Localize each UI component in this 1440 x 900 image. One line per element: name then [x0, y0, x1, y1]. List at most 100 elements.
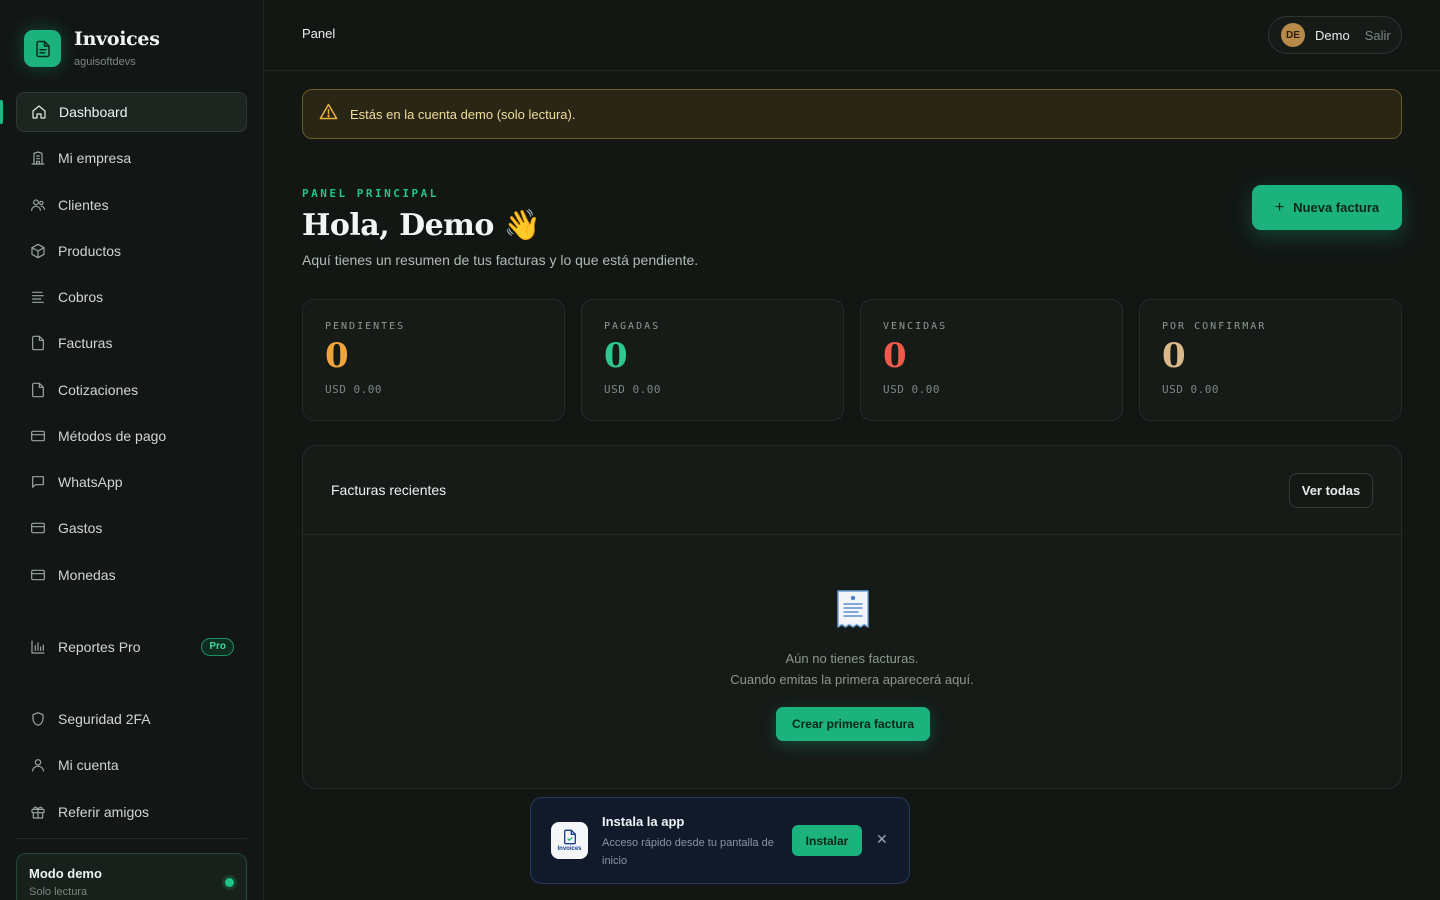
sidebar: Invoices aguisoftdevs Dashboard Mi empre… [0, 0, 264, 900]
gift-icon [29, 804, 46, 821]
see-all-button[interactable]: Ver todas [1289, 473, 1373, 508]
sidebar-item-currencies[interactable]: Monedas [16, 555, 247, 595]
active-indicator [0, 100, 3, 124]
sidebar-item-clients[interactable]: Clientes [16, 185, 247, 225]
page-subtitle: Aquí tienes un resumen de tus facturas y… [302, 252, 699, 268]
breadcrumb: Panel [302, 26, 336, 41]
sidebar-divider [16, 838, 247, 839]
stat-label: POR CONFIRMAR [1162, 321, 1267, 332]
sidebar-item-label: Mi empresa [58, 150, 132, 166]
recent-invoices-title: Facturas recientes [331, 482, 447, 498]
topbar: Panel DE Demo Salir [264, 0, 1440, 71]
install-button[interactable]: Instalar [792, 825, 862, 856]
stat-amount: USD 0.00 [604, 383, 661, 396]
plus-icon: + [1274, 198, 1285, 216]
bar-chart-icon [29, 639, 46, 656]
sidebar-item-payment-methods[interactable]: Métodos de pago [16, 416, 247, 456]
stat-value: 0 [1162, 336, 1186, 376]
card-icon [29, 520, 46, 537]
sidebar-item-products[interactable]: Productos [16, 231, 247, 271]
receipt-icon [835, 589, 871, 636]
recent-invoices-panel: Facturas recientes Ver todas Aún no tien… [302, 445, 1402, 789]
brand-title: Invoices [74, 28, 160, 50]
install-title: Instala la app [602, 814, 685, 829]
stat-card-overdue: VENCIDAS 0 USD 0.00 [860, 299, 1123, 421]
sidebar-item-security-2fa[interactable]: Seguridad 2FA [16, 699, 247, 739]
brand[interactable]: Invoices aguisoftdevs [24, 28, 160, 68]
stat-card-paid: PAGADAS 0 USD 0.00 [581, 299, 844, 421]
building-icon [29, 150, 46, 167]
home-icon [30, 104, 47, 121]
demo-mode-card: Modo demo Solo lectura [16, 853, 247, 900]
sidebar-item-label: Métodos de pago [58, 428, 167, 444]
stat-label: PENDIENTES [325, 321, 406, 332]
sidebar-item-label: Cotizaciones [58, 382, 139, 398]
demo-alert-banner: Estás en la cuenta demo (solo lectura). [302, 89, 1402, 139]
card-icon [29, 428, 46, 445]
new-invoice-button[interactable]: + Nueva factura [1252, 185, 1402, 230]
create-first-invoice-button[interactable]: Crear primera factura [776, 707, 930, 741]
close-icon[interactable]: ✕ [876, 831, 888, 848]
stat-value: 0 [325, 336, 349, 376]
app-icon: Invoices [551, 822, 588, 859]
user-icon [29, 757, 46, 774]
user-menu: DE Demo Salir [1268, 16, 1402, 54]
brand-subtitle: aguisoftdevs [74, 56, 136, 68]
sidebar-item-payments[interactable]: Cobros [16, 277, 247, 317]
sidebar-item-refer-friends[interactable]: Referir amigos [16, 792, 247, 832]
sidebar-item-label: WhatsApp [58, 474, 123, 490]
stat-card-to-confirm: POR CONFIRMAR 0 USD 0.00 [1139, 299, 1402, 421]
card-icon [29, 567, 46, 584]
demo-mode-subtitle: Solo lectura [29, 886, 88, 898]
box-icon [29, 243, 46, 260]
install-subtitle: Acceso rápido desde tu pantalla de inici… [602, 837, 774, 867]
stat-label: VENCIDAS [883, 321, 948, 332]
sidebar-item-whatsapp[interactable]: WhatsApp [16, 462, 247, 502]
page-title: Hola, Demo 👋 [302, 208, 541, 243]
sidebar-item-label: Clientes [58, 197, 109, 213]
stat-amount: USD 0.00 [325, 383, 382, 396]
sidebar-item-label: Seguridad 2FA [58, 711, 151, 727]
page-eyebrow: PANEL PRINCIPAL [302, 187, 439, 200]
sidebar-item-expenses[interactable]: Gastos [16, 508, 247, 548]
app-icon-label: Invoices [557, 846, 582, 852]
sidebar-item-label: Facturas [58, 335, 113, 351]
sidebar-item-label: Referir amigos [58, 804, 150, 820]
empty-state-text: Aún no tienes facturas. [785, 651, 919, 666]
stat-amount: USD 0.00 [883, 383, 940, 396]
invoice-logo-icon [24, 30, 61, 67]
status-dot-icon [225, 878, 234, 887]
file-icon [29, 335, 46, 352]
sidebar-item-reports-pro[interactable]: Reportes Pro Pro [16, 627, 247, 667]
logout-link[interactable]: Salir [1365, 28, 1391, 43]
stat-value: 0 [604, 336, 628, 376]
alert-text: Estás en la cuenta demo (solo lectura). [350, 106, 576, 122]
list-icon [29, 289, 46, 306]
file-icon [29, 382, 46, 399]
sidebar-item-label: Productos [58, 243, 122, 259]
stat-label: PAGADAS [604, 321, 661, 332]
new-invoice-label: Nueva factura [1293, 200, 1380, 215]
pro-badge: Pro [201, 638, 234, 656]
warning-icon [319, 103, 338, 125]
avatar[interactable]: DE [1281, 23, 1305, 47]
demo-mode-title: Modo demo [29, 866, 102, 881]
users-icon [29, 197, 46, 214]
sidebar-item-label: Dashboard [59, 104, 128, 120]
install-app-toast: Invoices Instala la app Acceso rápido de… [530, 797, 910, 884]
sidebar-item-dashboard[interactable]: Dashboard [16, 92, 247, 132]
empty-state-hint: Cuando emitas la primera aparecerá aquí. [730, 672, 974, 687]
sidebar-item-company[interactable]: Mi empresa [16, 138, 247, 178]
sidebar-item-quotes[interactable]: Cotizaciones [16, 370, 247, 410]
sidebar-item-my-account[interactable]: Mi cuenta [16, 745, 247, 785]
stat-value: 0 [883, 336, 907, 376]
stat-amount: USD 0.00 [1162, 383, 1219, 396]
sidebar-item-label: Gastos [58, 520, 103, 536]
sidebar-item-label: Cobros [58, 289, 104, 305]
user-name: Demo [1315, 27, 1350, 43]
shield-icon [29, 711, 46, 728]
chat-icon [29, 474, 46, 491]
sidebar-item-label: Mi cuenta [58, 757, 119, 773]
sidebar-item-invoices[interactable]: Facturas [16, 323, 247, 363]
sidebar-item-label: Monedas [58, 567, 116, 583]
